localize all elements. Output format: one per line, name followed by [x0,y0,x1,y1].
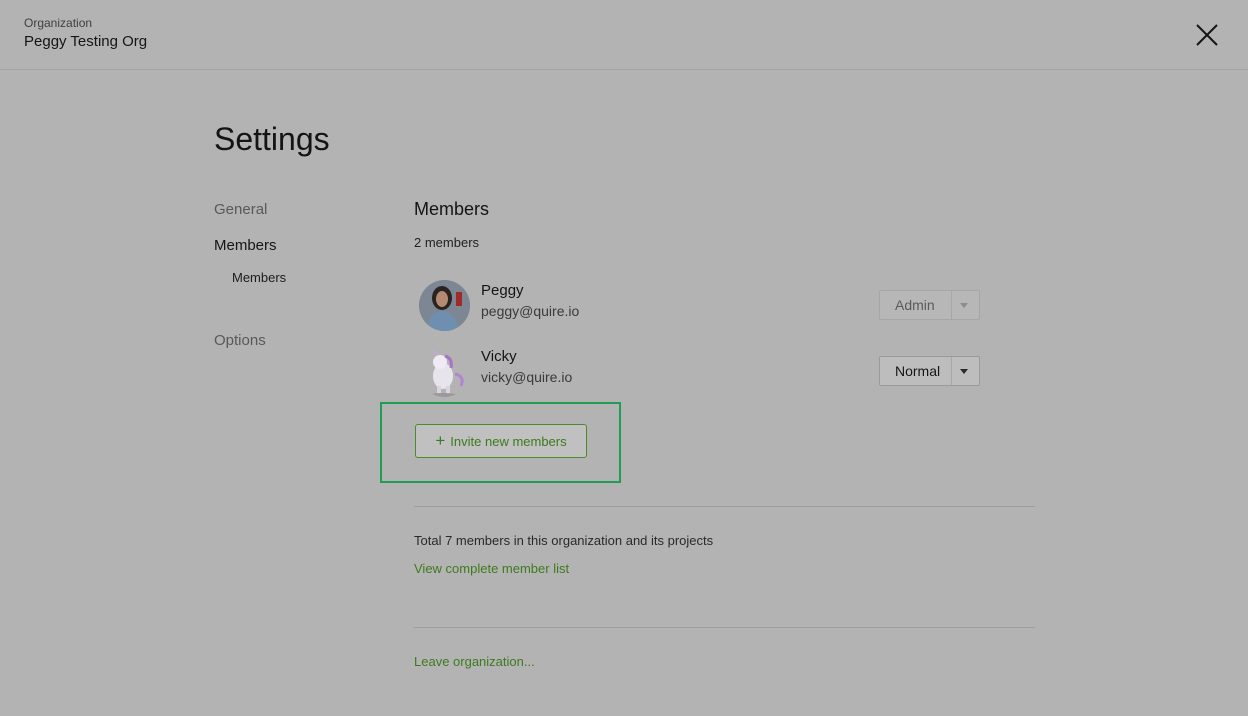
member-row: Peggy peggy@quire.io Admin [414,278,980,334]
sidebar-item-options[interactable]: Options [214,332,266,349]
section-title: Members [414,199,490,219]
chevron-down-icon [960,369,968,374]
member-email: vicky@quire.io [481,369,573,385]
member-email: peggy@quire.io [481,303,580,319]
caret-divider [951,291,952,319]
org-label: Organization [24,16,93,30]
plus-icon: + [435,430,446,450]
caret-divider [951,357,952,385]
close-icon [1196,24,1218,46]
sidebar-item-general[interactable]: General [214,201,267,218]
divider [414,627,1035,628]
role-select: Admin [879,290,980,320]
sidebar-subitem-members[interactable]: Members [232,270,286,285]
role-value: Admin [895,297,935,313]
chevron-down-icon [960,303,968,308]
members-count: 2 members [414,235,480,250]
role-select[interactable]: Normal [879,356,980,386]
unicorn-avatar-icon [419,346,470,397]
member-row: Vicky vicky@quire.io Normal [414,344,980,400]
role-value: Normal [895,363,941,379]
invite-members-button[interactable]: + Invite new members [415,424,587,458]
leave-organization-link[interactable]: Leave organization... [414,654,535,669]
top-bar: Organization Peggy Testing Org [0,0,1248,70]
org-name: Peggy Testing Org [24,33,148,50]
avatar [419,346,470,397]
avatar [419,280,470,331]
view-member-list-link[interactable]: View complete member list [414,561,569,576]
total-members-text: Total 7 members in this organization and… [414,533,714,548]
close-button[interactable] [1192,20,1222,50]
member-name: Vicky [481,348,517,365]
member-name: Peggy [481,282,524,299]
sidebar-item-members[interactable]: Members [214,237,277,254]
page-title: Settings [214,121,330,157]
invite-label: Invite new members [450,433,567,449]
user-photo-avatar-icon [419,280,470,331]
divider [414,506,1035,507]
